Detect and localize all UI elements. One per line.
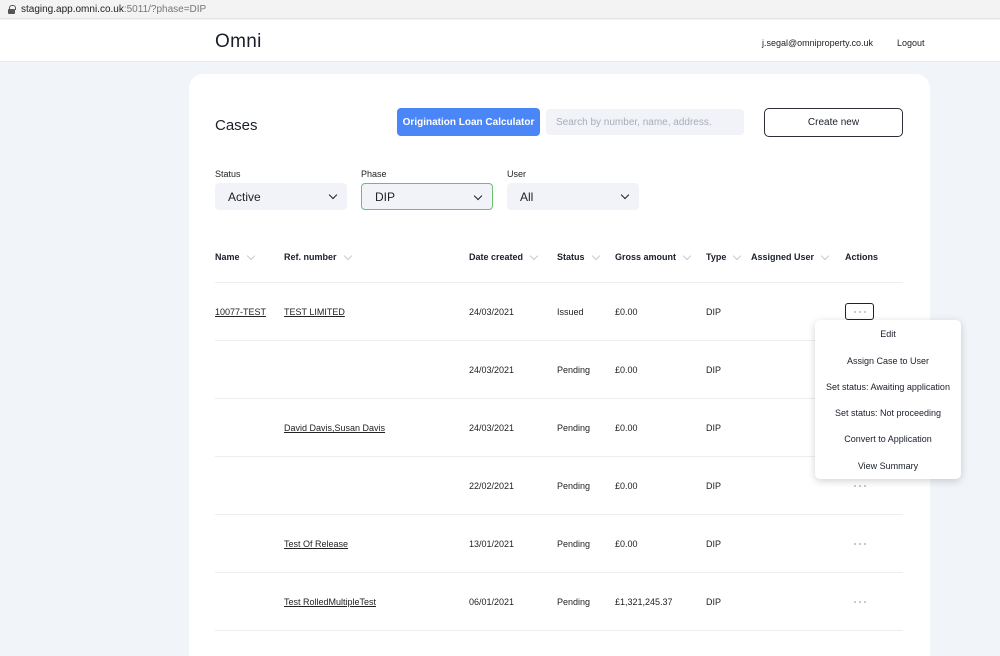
column-header-name[interactable]: Name	[215, 251, 255, 262]
table-row: 24/03/2021 Pending £0.00 DIP	[215, 340, 903, 398]
phase-select[interactable]: DIP	[361, 183, 493, 210]
row-actions-button[interactable]	[845, 535, 874, 552]
status-select-value: Active	[228, 189, 261, 204]
create-new-button[interactable]: Create new	[764, 108, 903, 137]
gross-amount: £0.00	[615, 423, 638, 433]
url-path: :5011/?phase=DIP	[123, 3, 207, 15]
table-row: David Davis,Susan Davis 24/03/2021 Pendi…	[215, 398, 903, 456]
gross-amount: £0.00	[615, 365, 638, 375]
type-value: DIP	[706, 597, 722, 607]
search-input[interactable]	[546, 109, 744, 135]
sort-chevron-icon	[733, 251, 742, 260]
user-select[interactable]: All	[507, 183, 639, 210]
column-header-date-created[interactable]: Date created	[469, 251, 539, 262]
logout-link[interactable]: Logout	[897, 38, 925, 48]
type-value: DIP	[706, 481, 722, 491]
url-host: staging.app.omni.co.uk	[21, 3, 124, 15]
sort-chevron-icon	[820, 251, 830, 260]
origination-loan-calculator-button[interactable]: Origination Loan Calculator	[397, 108, 540, 136]
date-created: 24/03/2021	[469, 307, 515, 317]
menu-item-view-summary[interactable]: View Summary	[815, 461, 961, 471]
status-value: Issued	[557, 307, 584, 317]
table-row: Test Of Release 13/01/2021 Pending £0.00…	[215, 514, 903, 572]
table-row: Test RolledMultipleTest 06/01/2021 Pendi…	[215, 572, 903, 630]
dot-icon	[863, 484, 866, 487]
sort-chevron-icon	[343, 251, 352, 260]
sort-chevron-icon	[591, 251, 600, 260]
phase-select-value: DIP	[375, 189, 396, 204]
gross-amount: £1,321,245.37	[615, 597, 673, 607]
date-created: 24/03/2021	[469, 365, 515, 375]
brand-logo[interactable]: Omni	[215, 31, 262, 53]
column-header-type[interactable]: Type	[706, 251, 742, 262]
column-header-ref-number[interactable]: Ref. number	[284, 251, 352, 262]
page-title: Cases	[215, 117, 258, 134]
ref-number-link[interactable]: Test RolledMultipleTest	[284, 597, 376, 607]
type-value: DIP	[706, 423, 722, 433]
column-header-assigned-user[interactable]: Assigned User	[751, 251, 830, 262]
status-filter-label: Status	[215, 169, 241, 179]
row-actions-button[interactable]	[845, 303, 874, 320]
row-actions-menu: Edit Assign Case to User Set status: Awa…	[815, 320, 961, 479]
type-value: DIP	[706, 307, 722, 317]
dot-icon	[858, 484, 861, 487]
ref-number-link[interactable]: TEST LIMITED	[284, 307, 345, 317]
menu-item-edit[interactable]: Edit	[815, 329, 961, 339]
chevron-down-icon	[328, 190, 338, 200]
menu-item-convert-to-application[interactable]: Convert to Application	[815, 434, 961, 444]
user-filter-label: User	[507, 169, 527, 179]
status-value: Pending	[557, 597, 591, 607]
type-value: DIP	[706, 365, 722, 375]
date-created: 24/03/2021	[469, 423, 515, 433]
status-value: Pending	[557, 481, 591, 491]
lock-icon	[8, 5, 16, 14]
date-created: 13/01/2021	[469, 539, 515, 549]
row-actions-button[interactable]	[845, 477, 874, 494]
sort-chevron-icon	[246, 251, 255, 260]
dot-icon	[858, 542, 861, 545]
row-actions-button[interactable]	[845, 593, 874, 610]
gross-amount: £0.00	[615, 307, 638, 317]
dot-icon	[853, 542, 856, 545]
chevron-down-icon	[620, 190, 630, 200]
status-value: Pending	[557, 423, 591, 433]
sort-chevron-icon	[529, 251, 539, 260]
user-select-value: All	[520, 189, 534, 204]
table-row: 10077-TEST TEST LIMITED 24/03/2021 Issue…	[215, 282, 903, 340]
browser-address-bar[interactable]: staging.app.omni.co.uk:5011/?phase=DIP	[0, 0, 1000, 19]
ref-number-link[interactable]: David Davis,Susan Davis	[284, 423, 385, 433]
column-header-gross-amount[interactable]: Gross amount	[615, 251, 692, 262]
top-navigation: Omni j.segal@omniproperty.co.uk Logout	[0, 20, 1000, 62]
gross-amount: £0.00	[615, 481, 638, 491]
dot-icon	[863, 600, 866, 603]
column-header-actions: Actions	[845, 252, 879, 262]
menu-item-assign-case[interactable]: Assign Case to User	[815, 356, 961, 366]
case-name-link[interactable]: 10077-TEST	[215, 307, 266, 317]
dot-icon	[858, 310, 861, 313]
dot-icon	[853, 484, 856, 487]
table-divider	[215, 630, 903, 631]
gross-amount: £0.00	[615, 539, 638, 549]
ref-number-link[interactable]: Test Of Release	[284, 539, 348, 549]
date-created: 06/01/2021	[469, 597, 515, 607]
dot-icon	[863, 542, 866, 545]
chevron-down-icon	[473, 191, 483, 201]
dot-icon	[853, 310, 856, 313]
type-value: DIP	[706, 539, 722, 549]
sort-chevron-icon	[682, 251, 692, 260]
date-created: 22/02/2021	[469, 481, 515, 491]
status-select[interactable]: Active	[215, 183, 347, 210]
menu-item-set-not-proceeding[interactable]: Set status: Not proceeding	[815, 408, 961, 418]
table-row: 22/02/2021 Pending £0.00 DIP	[215, 456, 903, 514]
status-value: Pending	[557, 365, 591, 375]
user-email: j.segal@omniproperty.co.uk	[762, 38, 874, 48]
dot-icon	[858, 600, 861, 603]
phase-filter-label: Phase	[361, 169, 387, 179]
status-value: Pending	[557, 539, 591, 549]
menu-item-set-awaiting-application[interactable]: Set status: Awaiting application	[815, 382, 961, 392]
dot-icon	[863, 310, 866, 313]
dot-icon	[853, 600, 856, 603]
column-header-status[interactable]: Status	[557, 251, 600, 262]
